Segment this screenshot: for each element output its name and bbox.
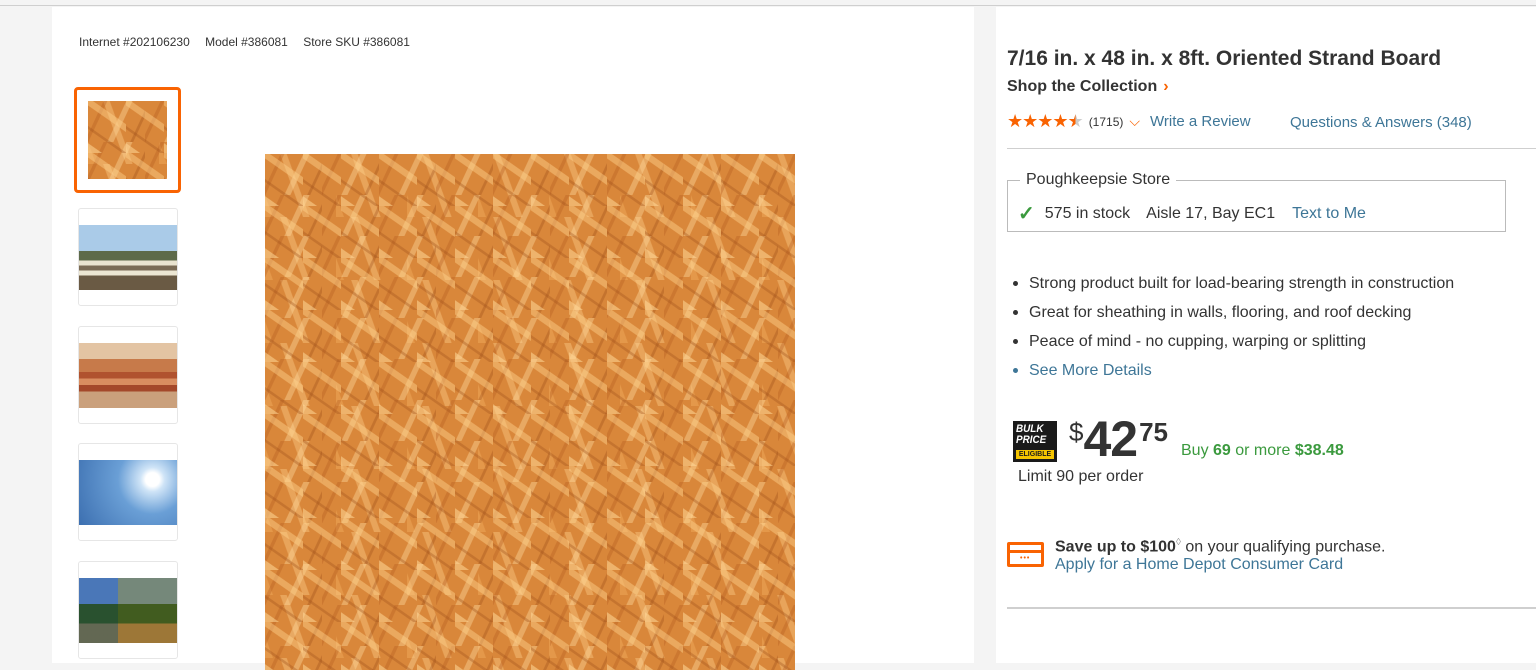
star-rating-icon[interactable]: ★★★★★ [1007, 111, 1084, 132]
see-more-details[interactable]: See More Details [1013, 356, 1454, 385]
rating-row: ★★★★★ (1715) ⌵ Write a Review [1007, 111, 1251, 132]
savings-offer: Save up to $100◊ on your qualifying purc… [1055, 537, 1386, 556]
store-name[interactable]: Poughkeepsie Store [1020, 171, 1177, 189]
stock-count: 575 in stock [1044, 204, 1131, 222]
list-item: Peace of mind - no cupping, warping or s… [1013, 327, 1454, 356]
thumbnail-5[interactable] [78, 561, 178, 659]
thumbnail-2[interactable] [78, 208, 178, 306]
chevron-right-icon: › [1163, 78, 1169, 95]
top-divider [0, 0, 1536, 6]
chevron-down-icon[interactable]: ⌵ [1129, 113, 1140, 130]
order-limit: Limit 90 per order [1018, 468, 1144, 485]
checkmark-icon: ✓ [1018, 203, 1035, 225]
questions-answers-link[interactable]: Questions & Answers (348) [1290, 114, 1472, 131]
price-cents: 75 [1139, 417, 1169, 447]
osb-board-image [88, 101, 167, 179]
shop-collection-link[interactable]: Shop the Collection › [1007, 78, 1169, 96]
bulk-price-badge: BULK PRICE ELIGIBLE [1013, 421, 1057, 462]
thumbnail-1[interactable] [74, 87, 181, 193]
list-item: Strong product built for load-bearing st… [1013, 269, 1454, 298]
bulk-quantity: 69 [1213, 442, 1231, 459]
product-title: 7/16 in. x 48 in. x 8ft. Oriented Strand… [1007, 47, 1442, 70]
price-currency: $ [1069, 417, 1084, 447]
price-dollars: 42 [1083, 411, 1138, 467]
store-sku: Store SKU #386081 [303, 35, 410, 49]
wall-sheathing-image [79, 578, 177, 643]
board-stack-image [79, 343, 177, 408]
thumbnail-4[interactable] [78, 443, 178, 541]
model-number: Model #386081 [205, 35, 288, 49]
bulk-price: $38.48 [1294, 442, 1344, 459]
product-identifiers: Internet #202106230 Model #386081 Store … [79, 35, 422, 49]
aisle-location: Aisle 17, Bay EC1 [1146, 204, 1276, 222]
product-info-panel: 7/16 in. x 48 in. x 8ft. Oriented Strand… [996, 7, 1536, 663]
price: $ 42 75 [1069, 413, 1168, 465]
divider [1007, 607, 1536, 609]
divider [1007, 148, 1536, 149]
see-more-link[interactable]: See More Details [1029, 356, 1152, 385]
list-item: Great for sheathing in walls, flooring, … [1013, 298, 1454, 327]
text-to-me-link[interactable]: Text to Me [1292, 205, 1366, 223]
media-panel: Internet #202106230 Model #386081 Store … [52, 7, 974, 670]
main-product-image[interactable] [265, 154, 795, 670]
roof-construction-image [79, 225, 177, 290]
workers-sky-image [79, 460, 177, 525]
store-availability: Poughkeepsie Store ✓ 575 in stock Aisle … [1007, 171, 1506, 232]
internet-number: Internet #202106230 [79, 35, 190, 49]
credit-card-icon: ••• [1007, 542, 1044, 567]
apply-card-link[interactable]: Apply for a Home Depot Consumer Card [1055, 556, 1343, 574]
write-review-link[interactable]: Write a Review [1150, 113, 1251, 130]
bulk-offer: Buy 69 or more $38.48 [1181, 442, 1344, 459]
feature-bullets: Strong product built for load-bearing st… [1013, 269, 1454, 385]
thumbnail-3[interactable] [78, 326, 178, 424]
shop-collection-label: Shop the Collection [1007, 78, 1158, 95]
review-count[interactable]: (1715) [1089, 115, 1124, 129]
